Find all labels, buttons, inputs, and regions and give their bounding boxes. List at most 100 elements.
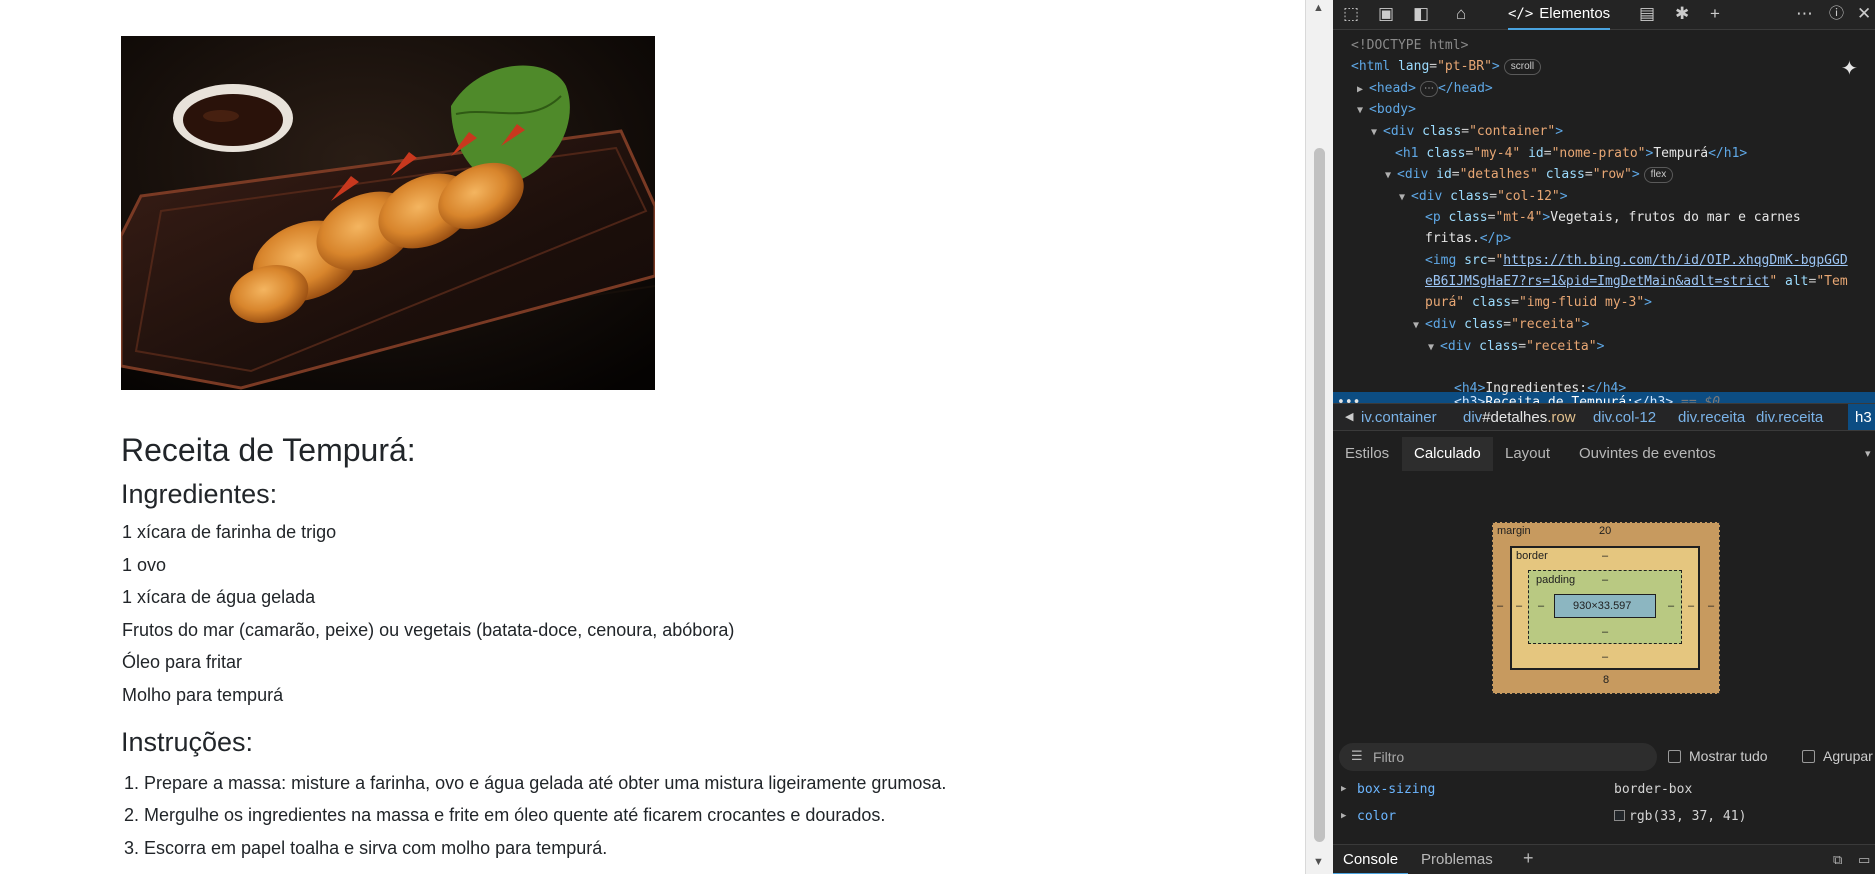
ingredient-item: Óleo para fritar: [122, 652, 243, 672]
dock-side-icon[interactable]: ◧: [1413, 4, 1429, 24]
devtools-drawer-tabs: Console Problemas + ⧉ ▭: [1333, 844, 1875, 874]
more-icon[interactable]: ⋯: [1796, 4, 1813, 24]
property-value: rgb(33, 37, 41): [1629, 809, 1747, 824]
tab-problemas[interactable]: Problemas: [1411, 845, 1503, 874]
drawer-close-icon[interactable]: ▭: [1848, 845, 1875, 874]
content-size-value[interactable]: 930×33.597: [1573, 600, 1631, 612]
margin-bottom-value[interactable]: 8: [1603, 674, 1609, 686]
step-text: Escorra em papel toalha e sirva com molh…: [144, 838, 608, 858]
devtools-toolbar: ⬚ ▣ ◧ ⌂ </> Elementos ▤ ✱ + ⋯ ⓘ ✕: [1333, 0, 1875, 30]
padding-right-value[interactable]: –: [1668, 600, 1674, 612]
scroll-badge[interactable]: scroll: [1503, 59, 1542, 75]
dom-line-img-cont[interactable]: eB6IJMSgHaE7?rs=1&pid=ImgDetMain&adlt=st…: [1425, 272, 1848, 292]
tab-console[interactable]: Console: [1333, 845, 1409, 874]
dom-line-receita[interactable]: ▼ <div class="receita">: [1413, 315, 1589, 335]
margin-label: margin: [1497, 525, 1531, 537]
console-icon[interactable]: ▤: [1639, 4, 1655, 24]
computed-property-row[interactable]: ▶ box-sizing border-box: [1333, 779, 1875, 803]
web-page: Receita de Tempurá: Ingredientes: 1 xíca…: [0, 0, 1305, 874]
add-drawer-tab-icon[interactable]: +: [1513, 845, 1544, 874]
breadcrumb-scroll-left-icon[interactable]: ◀: [1345, 410, 1353, 423]
flex-badge[interactable]: flex: [1643, 167, 1674, 183]
padding-top-value[interactable]: –: [1602, 574, 1608, 586]
border-top-value[interactable]: –: [1602, 550, 1608, 562]
show-all-checkbox[interactable]: [1668, 750, 1681, 763]
margin-left-value[interactable]: –: [1497, 600, 1503, 612]
dom-line-img[interactable]: <img src="https://th.bing.com/th/id/OIP.…: [1425, 251, 1848, 271]
inspect-icon[interactable]: ⬚: [1343, 4, 1359, 24]
ellipsis-badge[interactable]: ⋯: [1419, 81, 1438, 97]
margin-right-value[interactable]: –: [1708, 600, 1714, 612]
page-scrollbar[interactable]: ▲ ▼: [1305, 0, 1333, 874]
computed-filter-bar: ☰ Filtro Mostrar tudo Agrupar: [1339, 743, 1875, 771]
img-src-link[interactable]: https://th.bing.com/th/id/OIP.xhqgDmK-bg…: [1503, 253, 1847, 268]
scroll-up-arrow-icon[interactable]: ▲: [1313, 2, 1324, 14]
collapse-arrow-icon[interactable]: ▼: [1413, 316, 1425, 336]
group-checkbox[interactable]: [1802, 750, 1815, 763]
dom-line-h1[interactable]: <h1 class="my-4" id="nome-prato">Tempurá…: [1395, 144, 1747, 164]
color-swatch[interactable]: [1614, 810, 1625, 821]
dom-line-html[interactable]: <html lang="pt-BR"> scroll: [1351, 57, 1542, 77]
dom-line-p-cont[interactable]: fritas.</p>: [1425, 229, 1511, 249]
home-icon[interactable]: ⌂: [1456, 4, 1466, 24]
expand-arrow-icon[interactable]: ▶: [1341, 784, 1346, 794]
dom-line-body[interactable]: ▼ <body>: [1357, 100, 1416, 120]
breadcrumb-item-selected[interactable]: h3: [1848, 404, 1875, 430]
ingredient-item: 1 xícara de água gelada: [122, 587, 316, 607]
show-all-label[interactable]: Mostrar tudo: [1689, 748, 1768, 764]
dom-line-col12[interactable]: ▼ <div class="col-12">: [1399, 187, 1568, 207]
accessibility-icon[interactable]: ✦: [1841, 56, 1858, 81]
border-right-value[interactable]: –: [1688, 600, 1694, 612]
collapse-arrow-icon[interactable]: ▼: [1399, 188, 1411, 208]
scroll-thumb[interactable]: [1314, 148, 1325, 842]
ingredient-item: Frutos do mar (camarão, peixe) ou vegeta…: [122, 620, 735, 640]
help-icon[interactable]: ⓘ: [1829, 4, 1844, 24]
collapse-arrow-icon[interactable]: ▼: [1371, 123, 1383, 143]
border-bottom-value[interactable]: –: [1602, 651, 1608, 663]
dom-line-receita-inner[interactable]: ▼ <div class="receita">: [1428, 337, 1604, 357]
dom-line-doctype[interactable]: <!DOCTYPE html>: [1351, 36, 1468, 56]
expand-arrow-icon[interactable]: ▶: [1357, 80, 1369, 100]
collapse-arrow-icon[interactable]: ▼: [1385, 166, 1397, 186]
tab-estilos[interactable]: Estilos: [1333, 437, 1401, 471]
tab-ouvintes-de-eventos[interactable]: Ouvintes de eventos: [1567, 437, 1728, 471]
collapse-arrow-icon[interactable]: ▼: [1428, 338, 1440, 358]
collapse-arrow-icon[interactable]: ▼: [1357, 101, 1369, 121]
property-name: color: [1357, 809, 1397, 824]
breadcrumb-item[interactable]: div.receita: [1678, 409, 1745, 426]
issues-icon[interactable]: ✱: [1675, 4, 1689, 24]
breadcrumb-item[interactable]: iv.container: [1361, 409, 1437, 426]
ingredient-item: 1 ovo: [122, 555, 167, 575]
panel-more-chevron-icon[interactable]: ▾: [1853, 437, 1875, 471]
tempura-image: [121, 36, 655, 390]
img-src-link[interactable]: eB6IJMSgHaE7?rs=1&pid=ImgDetMain&adlt=st…: [1425, 274, 1769, 289]
tab-layout[interactable]: Layout: [1493, 437, 1562, 471]
breadcrumb-item[interactable]: div.receita: [1756, 409, 1823, 426]
dom-line-head[interactable]: ▶ <head> ⋯ </head>: [1357, 79, 1493, 99]
padding-left-value[interactable]: –: [1538, 600, 1544, 612]
step-text: Prepare a massa: misture a farinha, ovo …: [144, 773, 947, 793]
device-emulation-icon[interactable]: ▣: [1378, 4, 1394, 24]
padding-bottom-value[interactable]: –: [1602, 626, 1608, 638]
scroll-down-arrow-icon[interactable]: ▼: [1313, 856, 1324, 868]
tab-elements-label: Elementos: [1539, 5, 1611, 22]
tab-calculado[interactable]: Calculado: [1402, 437, 1493, 471]
computed-property-row[interactable]: ▶ color rgb(33, 37, 41): [1333, 806, 1875, 830]
close-icon[interactable]: ✕: [1857, 4, 1871, 24]
dom-line-h4[interactable]: <h4>Ingredientes:</h4>: [1454, 379, 1626, 399]
dom-line-detalhes[interactable]: ▼ <div id="detalhes" class="row"> flex: [1385, 165, 1674, 186]
breadcrumb-item[interactable]: div.col-12: [1593, 409, 1656, 426]
dom-line-container[interactable]: ▼ <div class="container">: [1371, 122, 1563, 142]
add-tab-icon[interactable]: +: [1710, 4, 1720, 24]
border-left-value[interactable]: –: [1516, 600, 1522, 612]
dom-line-p[interactable]: <p class="mt-4">Vegetais, frutos do mar …: [1425, 208, 1801, 228]
group-label[interactable]: Agrupar: [1823, 748, 1873, 764]
code-icon: </>: [1508, 6, 1534, 22]
dom-line-img-cont[interactable]: purá" class="img-fluid my-3">: [1425, 293, 1652, 313]
filter-placeholder: Filtro: [1373, 749, 1405, 765]
margin-top-value[interactable]: 20: [1599, 525, 1611, 537]
filter-input[interactable]: ☰ Filtro: [1339, 743, 1657, 771]
expand-arrow-icon[interactable]: ▶: [1341, 811, 1346, 821]
breadcrumb-item[interactable]: div#detalhes.row: [1463, 409, 1576, 426]
tab-elements[interactable]: </> Elementos: [1508, 0, 1611, 30]
